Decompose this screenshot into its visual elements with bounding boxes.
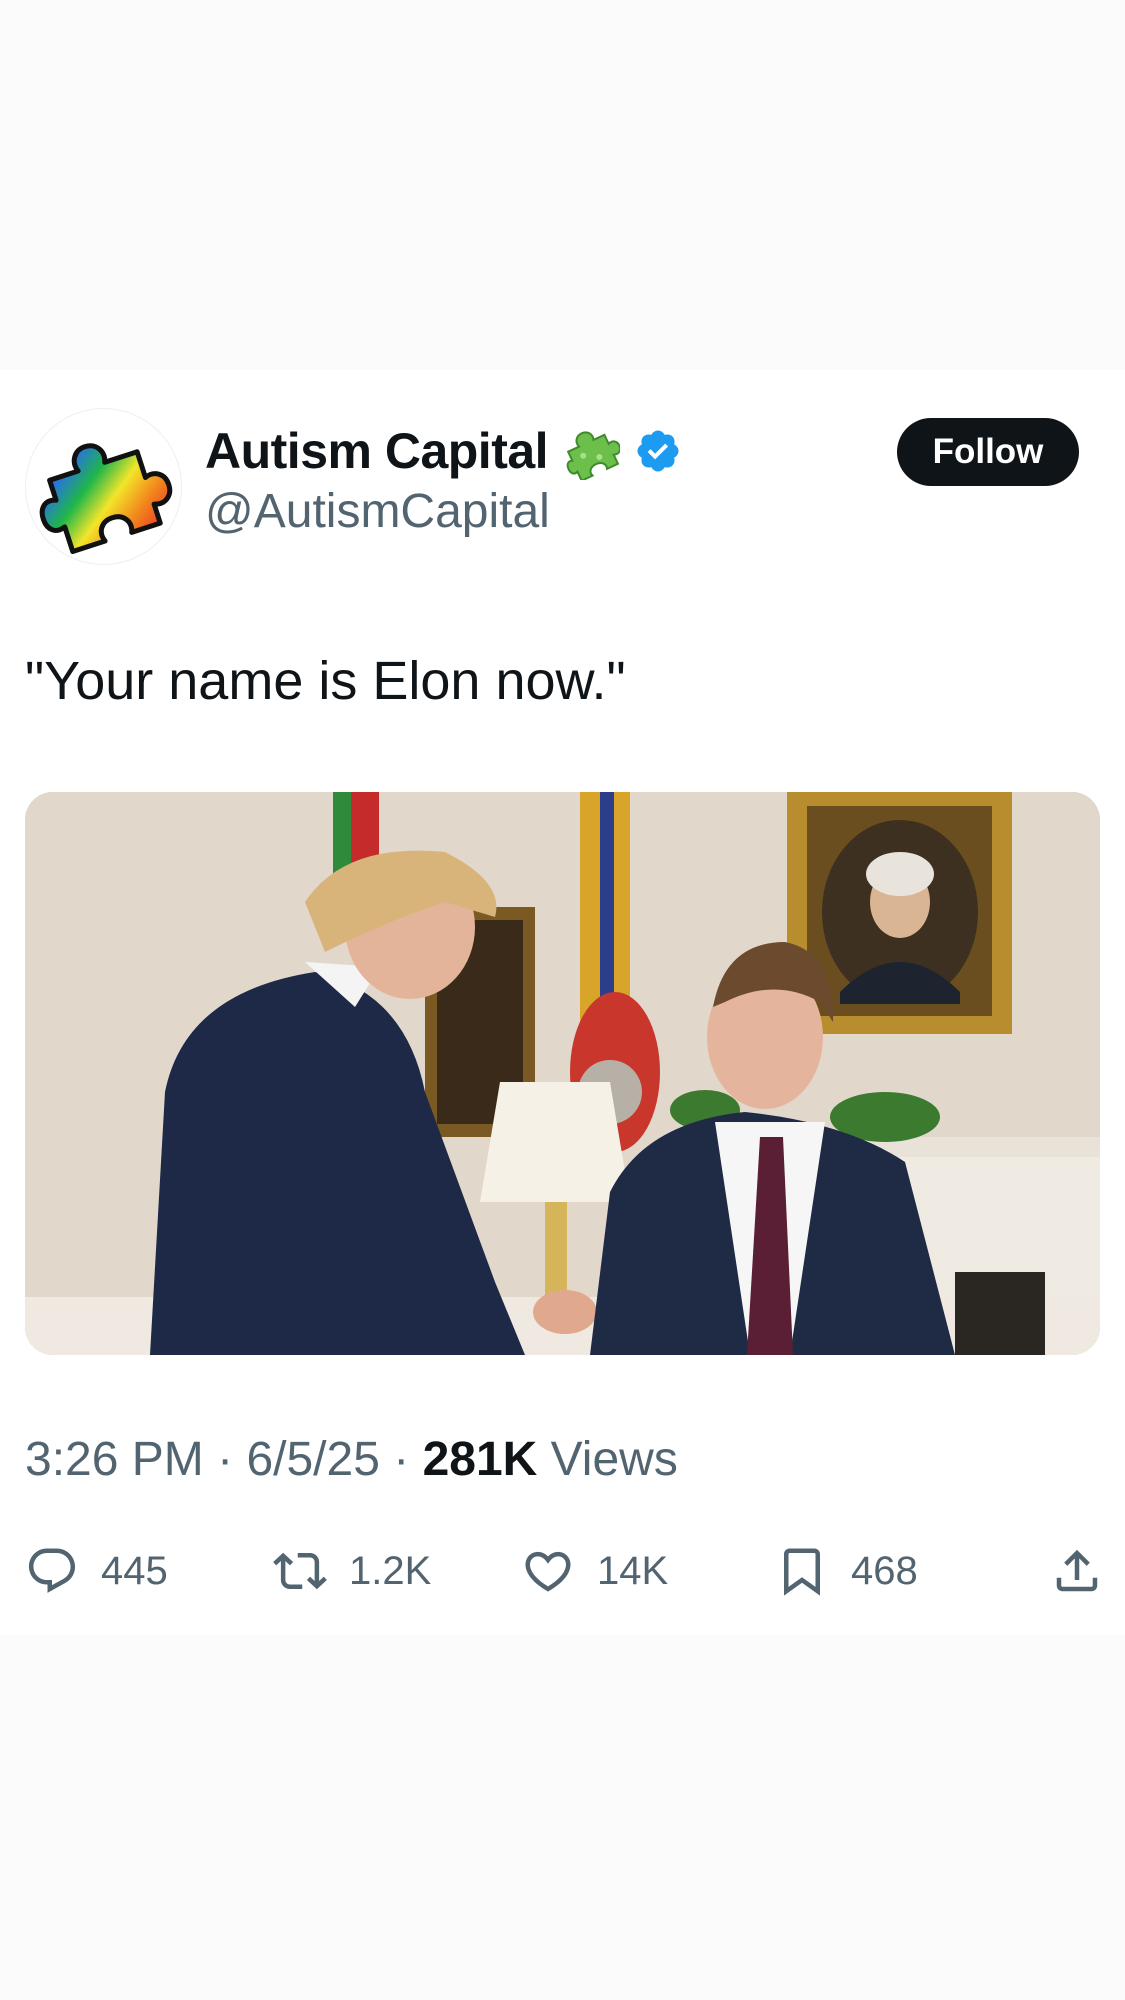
puzzle-piece-icon (562, 422, 621, 480)
repost-count: 1.2K (349, 1548, 432, 1593)
author-avatar[interactable] (25, 408, 182, 565)
bookmark-button[interactable]: 468 (775, 1538, 918, 1604)
meta-separator: · (393, 1433, 410, 1486)
reply-icon (28, 1548, 76, 1593)
reply-button[interactable]: 445 (25, 1538, 168, 1604)
repost-icon (273, 1552, 327, 1590)
views-label[interactable]: Views (551, 1433, 678, 1486)
share-button[interactable] (1050, 1538, 1104, 1604)
views-count[interactable]: 281K (423, 1433, 538, 1486)
tweet-date[interactable]: 6/5/25 (246, 1433, 379, 1486)
verified-badge-icon[interactable] (634, 427, 682, 475)
tweet-text: "Your name is Elon now." (25, 651, 626, 711)
tweet-photo[interactable] (25, 792, 1100, 1355)
tweet-actions-bar: 445 1.2K 14K 468 (25, 1538, 1100, 1604)
author-handle[interactable]: @AutismCapital (205, 484, 550, 539)
follow-button[interactable]: Follow (897, 418, 1079, 486)
like-button[interactable]: 14K (521, 1538, 668, 1604)
author-display-name[interactable]: Autism Capital (205, 422, 549, 480)
author-name-row[interactable]: Autism Capital (205, 418, 682, 484)
share-icon (1056, 1549, 1098, 1592)
tweet-meta: 3:26 PM · 6/5/25 · 281K Views (25, 1432, 678, 1487)
tweet-time[interactable]: 3:26 PM (25, 1433, 204, 1486)
rainbow-puzzle-piece-icon (39, 443, 173, 555)
heart-icon (525, 1551, 571, 1592)
repost-button[interactable]: 1.2K (273, 1538, 431, 1604)
meta-separator: · (217, 1433, 234, 1486)
reply-count: 445 (101, 1548, 168, 1593)
bookmark-icon (784, 1548, 820, 1596)
photo-two-men-handshake (25, 792, 1100, 1355)
like-count: 14K (597, 1548, 669, 1593)
bookmark-count: 468 (851, 1548, 918, 1593)
